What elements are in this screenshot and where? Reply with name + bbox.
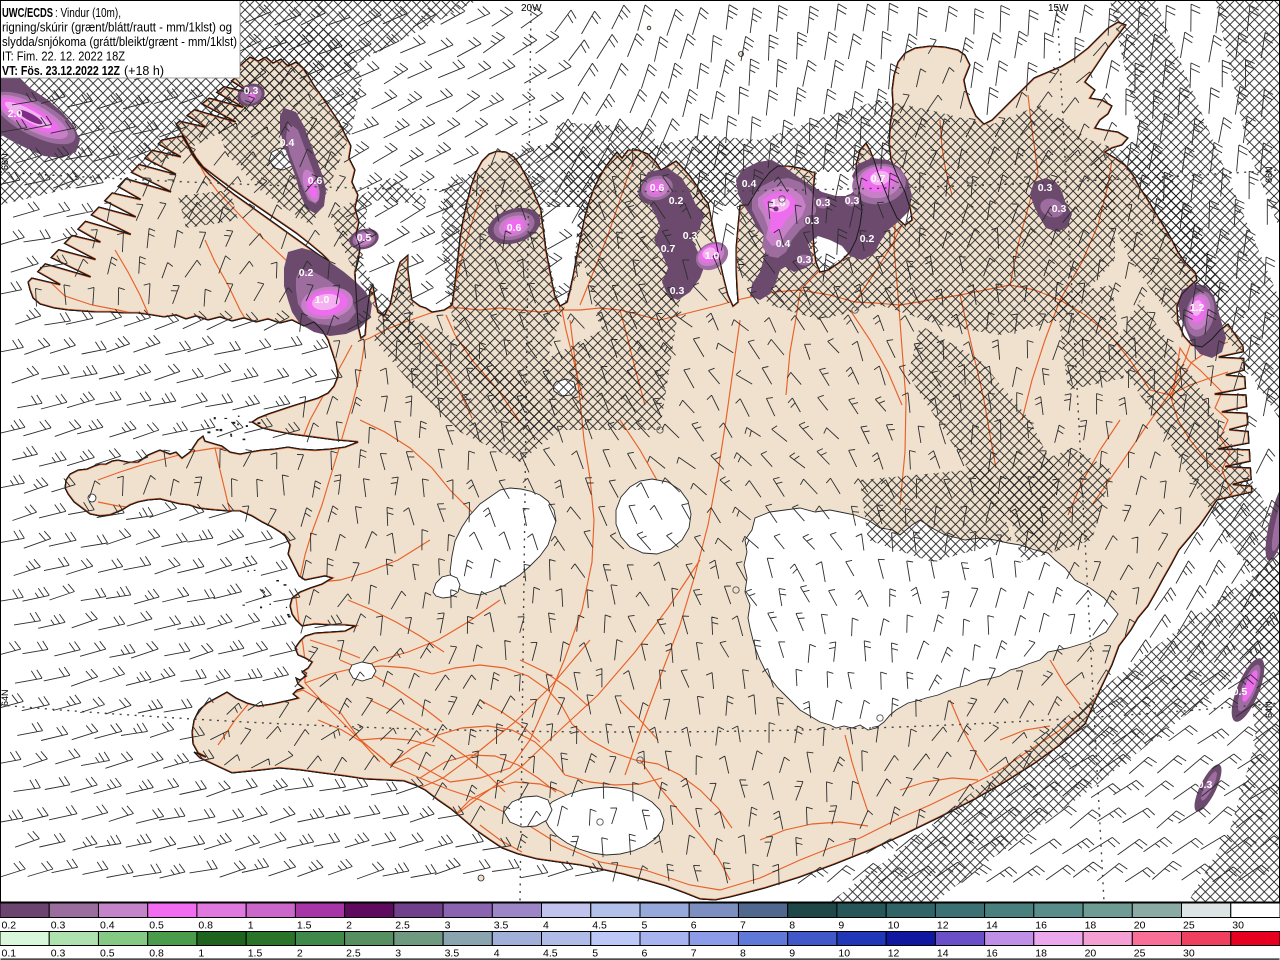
svg-text:1.5: 1.5 [248,948,263,960]
svg-text:66N: 66N [1264,166,1274,183]
svg-text:2.5: 2.5 [346,948,361,960]
svg-text:0.2: 0.2 [2,920,17,932]
svg-text:UWC/ECDS: UWC/ECDS [2,6,53,20]
svg-text:0.3: 0.3 [797,254,812,266]
svg-text:1: 1 [198,948,204,960]
svg-text:14: 14 [937,948,949,960]
svg-text:64N: 64N [0,689,10,706]
svg-text:0.8: 0.8 [198,920,213,932]
svg-text:0.3: 0.3 [51,948,66,960]
svg-text:66N: 66N [0,153,10,170]
svg-text:0.1: 0.1 [2,948,17,960]
svg-text:0.4: 0.4 [776,238,791,250]
svg-text:2: 2 [297,948,303,960]
svg-text:0.3: 0.3 [1198,779,1213,791]
svg-text:0.2: 0.2 [860,233,875,245]
svg-text:18: 18 [1035,948,1047,960]
svg-text:14: 14 [986,920,998,932]
svg-text:IT: Fim. 22. 12. 2022 18Z: IT: Fim. 22. 12. 2022 18Z [2,50,125,64]
svg-text:30: 30 [1232,920,1244,932]
svg-text:20: 20 [1085,948,1097,960]
svg-text:64N: 64N [1264,701,1274,718]
svg-text:5: 5 [642,920,648,932]
svg-text:0.5: 0.5 [149,920,164,932]
svg-text:6: 6 [691,920,697,932]
svg-text:0.5: 0.5 [1233,686,1248,698]
svg-text:0.4: 0.4 [742,178,757,190]
svg-text:0.3: 0.3 [683,230,698,242]
svg-text:10: 10 [838,948,850,960]
svg-text:9: 9 [789,948,795,960]
svg-text:0.8: 0.8 [149,948,164,960]
svg-text:2.5: 2.5 [395,920,410,932]
svg-text:0.7: 0.7 [871,173,886,185]
svg-text:4: 4 [543,920,549,932]
svg-text:1.0: 1.0 [315,294,330,306]
svg-text:25: 25 [1183,920,1195,932]
svg-text:3.5: 3.5 [445,948,460,960]
svg-text:25: 25 [1134,948,1146,960]
svg-text:0.3: 0.3 [244,85,259,97]
svg-text:rigning/skúrir (grænt/blátt/ra: rigning/skúrir (grænt/blátt/rautt - mm/1… [2,21,232,35]
svg-text:0.3: 0.3 [1052,203,1067,215]
svg-text:20: 20 [1134,920,1146,932]
svg-text:0.3: 0.3 [51,920,66,932]
svg-text:slydda/snjókoma (grátt/bleikt/: slydda/snjókoma (grátt/bleikt/grænt - mm… [2,35,237,49]
svg-text:0.6: 0.6 [507,222,522,234]
svg-text:0.5: 0.5 [357,232,372,244]
svg-text:0.7: 0.7 [661,243,676,255]
svg-text:0.2: 0.2 [299,267,314,279]
svg-text:7: 7 [691,948,697,960]
svg-text:VT: Fös. 23.12.2022 12Z: VT: Fös. 23.12.2022 12Z [2,64,120,78]
svg-text:8: 8 [789,920,795,932]
svg-text:1.2: 1.2 [1190,302,1205,314]
svg-text:10: 10 [888,920,900,932]
svg-text:8: 8 [740,948,746,960]
svg-text:0.4: 0.4 [100,920,115,932]
svg-text:4.5: 4.5 [592,920,607,932]
svg-text:0.6: 0.6 [650,182,665,194]
svg-text:30: 30 [1183,948,1195,960]
svg-text:0.5: 0.5 [100,948,115,960]
svg-text:16: 16 [986,948,998,960]
svg-text:9: 9 [838,920,844,932]
svg-text:0.6: 0.6 [308,175,323,187]
svg-text:0.3: 0.3 [845,195,860,207]
svg-text:1.0: 1.0 [705,250,720,262]
svg-text:0.3: 0.3 [1038,182,1053,194]
svg-text:5: 5 [592,948,598,960]
svg-text:: Vindur (10m),: : Vindur (10m), [55,6,121,20]
svg-text:12: 12 [937,920,949,932]
svg-text:7: 7 [740,920,746,932]
svg-text:15W: 15W [1048,3,1069,14]
svg-text:16: 16 [1035,920,1047,932]
svg-text:0.3: 0.3 [816,197,831,209]
svg-text:4: 4 [494,948,500,960]
svg-text:1: 1 [248,920,254,932]
svg-text:2: 2 [346,920,352,932]
svg-text:6: 6 [642,948,648,960]
svg-text:3: 3 [395,948,401,960]
svg-text:0.2: 0.2 [669,195,684,207]
svg-text:0.3: 0.3 [805,215,820,227]
svg-text:(+18 h): (+18 h) [124,64,164,78]
svg-text:1.5: 1.5 [297,920,312,932]
svg-text:3.5: 3.5 [494,920,509,932]
svg-text:4.5: 4.5 [543,948,558,960]
svg-text:1.8: 1.8 [771,197,786,209]
svg-text:2.0: 2.0 [8,108,23,120]
svg-text:3: 3 [445,920,451,932]
svg-text:12: 12 [888,948,900,960]
svg-text:18: 18 [1085,920,1097,932]
svg-text:0.3: 0.3 [670,285,685,297]
svg-text:0.4: 0.4 [280,137,295,149]
